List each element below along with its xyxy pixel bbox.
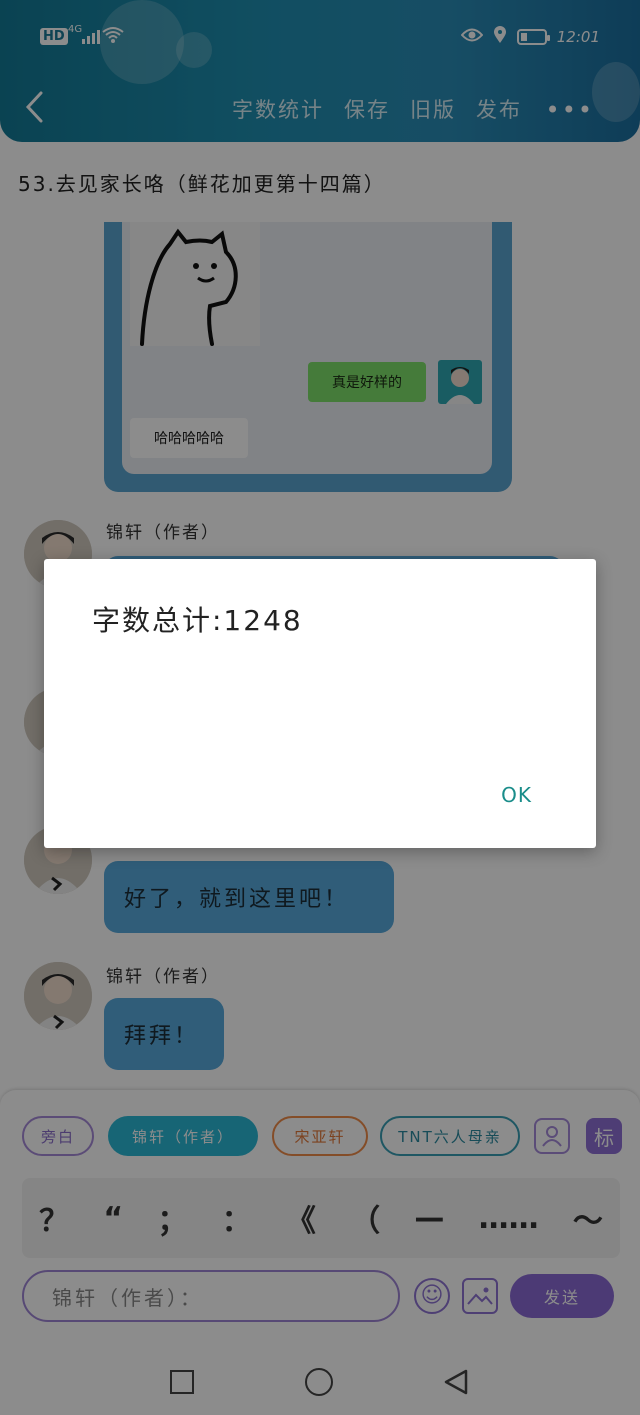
word-count-message: 字数总计:1248 xyxy=(92,604,303,637)
ok-button[interactable]: OK xyxy=(501,783,532,807)
word-count-dialog: 字数总计:1248 OK xyxy=(44,559,596,848)
